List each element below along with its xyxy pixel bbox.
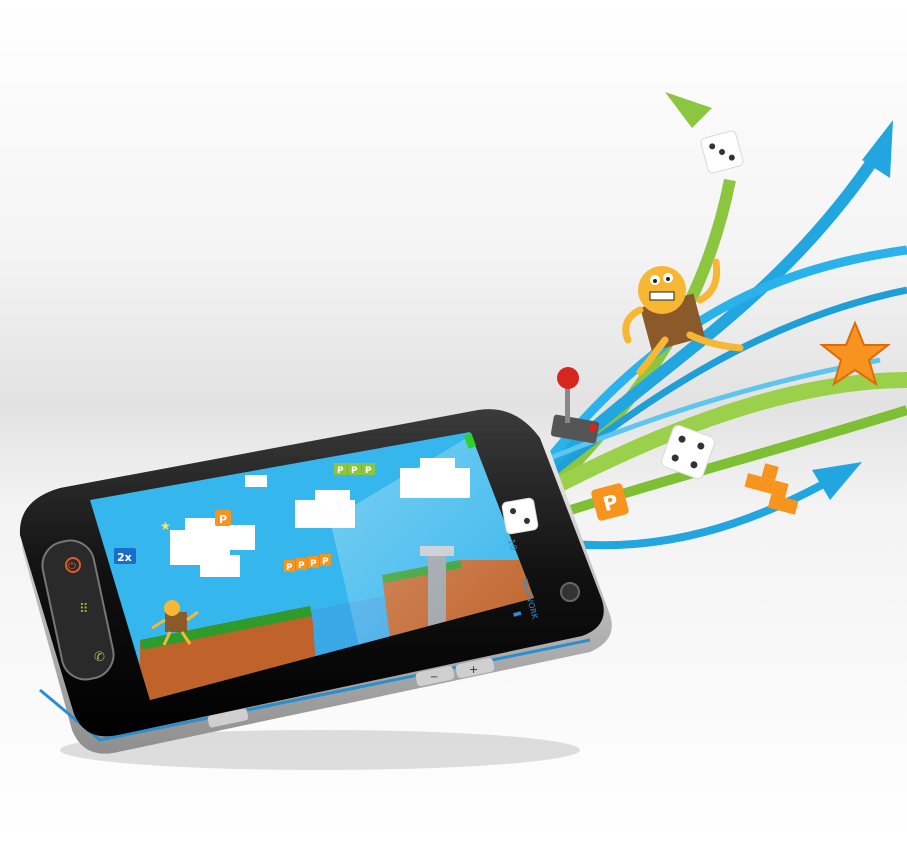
svg-text:P: P: [365, 466, 372, 476]
game-phone-illustration: 2x P P P P P P P P ★ ⏻ ⠿ ✆ 10 NETWORK ▮ …: [19, 92, 907, 770]
star-icon: ★: [160, 519, 171, 533]
plus-icon: +: [469, 663, 478, 676]
phone: 2x P P P P P P P P ★ ⏻ ⠿ ✆ 10 NETWORK ▮ …: [19, 409, 612, 754]
ribbons: [495, 92, 907, 550]
power-icon: ⏻: [68, 561, 76, 572]
call-icon: ✆: [94, 650, 105, 665]
keypad-icon: ⠿: [79, 602, 89, 617]
dice-icon: [501, 497, 539, 535]
minus-icon: −: [430, 672, 438, 683]
arrow-icon: [812, 462, 862, 500]
svg-text:P: P: [351, 466, 358, 476]
camera-icon: [560, 582, 580, 602]
p-row-top: P P P: [334, 463, 375, 476]
svg-text:P: P: [298, 561, 305, 571]
p-block-floating: P: [591, 483, 629, 521]
orange-blocks: [744, 463, 799, 515]
keypad-button[interactable]: ⠿: [79, 602, 89, 617]
arrow-icon: [665, 92, 712, 128]
joystick-icon: [557, 367, 579, 389]
svg-text:P: P: [322, 557, 329, 567]
multiplier-text: 2x: [117, 551, 132, 564]
call-button[interactable]: ✆: [94, 650, 105, 665]
svg-text:P: P: [219, 513, 227, 526]
svg-text:P: P: [337, 466, 344, 476]
dice-icon: [700, 130, 744, 174]
multiplier-badge: 2x: [114, 548, 136, 564]
p-coin: P: [215, 510, 231, 526]
svg-text:P: P: [310, 559, 317, 569]
svg-text:P: P: [286, 563, 293, 573]
